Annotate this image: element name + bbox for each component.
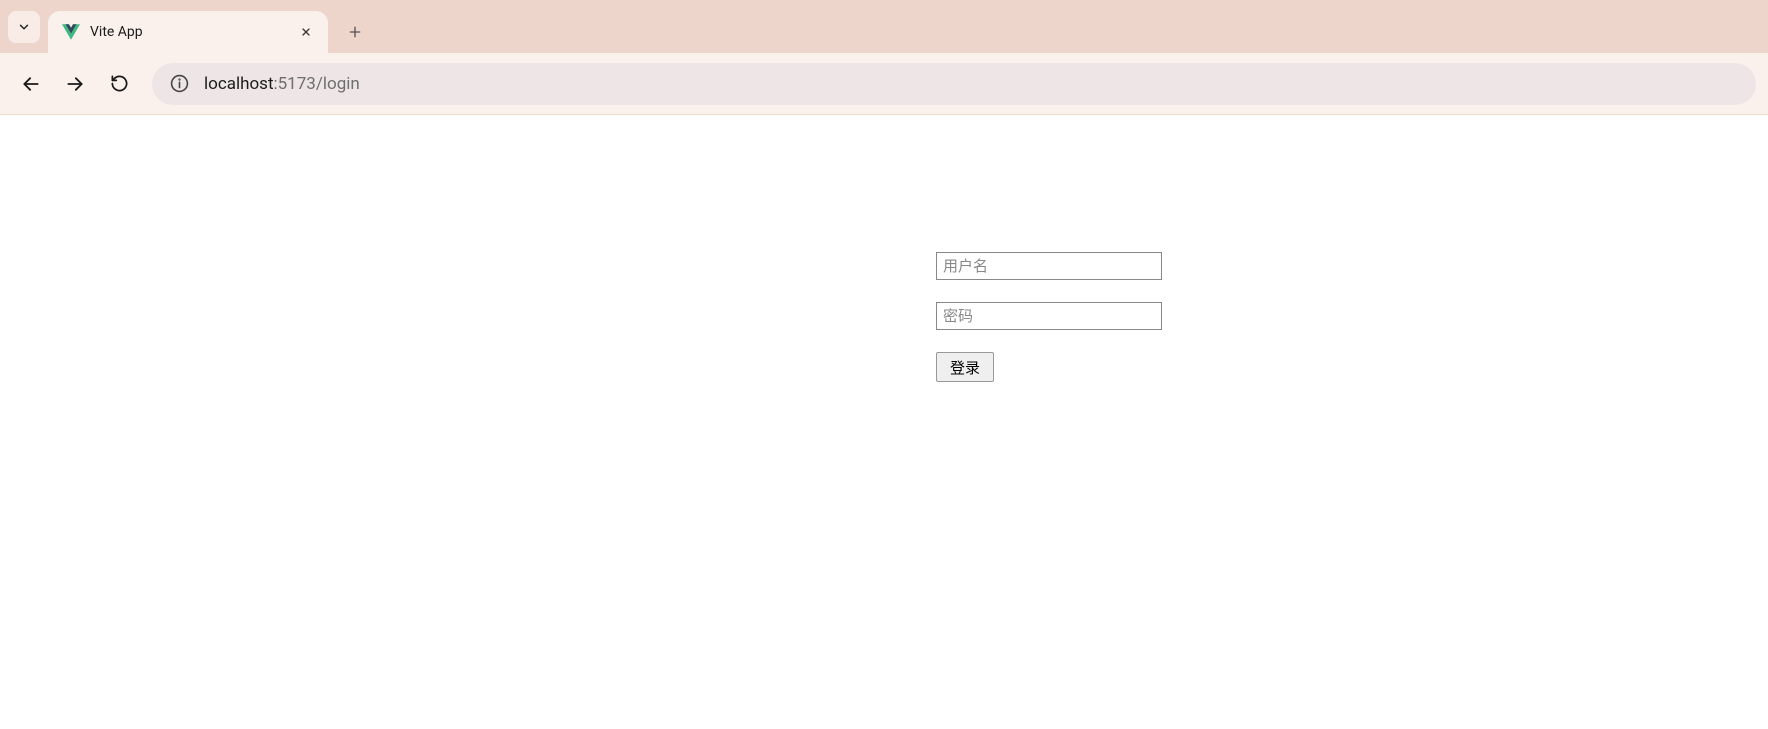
username-input[interactable] xyxy=(936,252,1162,280)
login-button[interactable]: 登录 xyxy=(936,352,994,382)
info-icon xyxy=(170,74,189,93)
vue-icon xyxy=(62,23,80,41)
address-bar[interactable]: localhost:5173/login xyxy=(152,63,1756,105)
close-icon xyxy=(300,26,312,38)
page-content: 登录 xyxy=(0,115,1768,729)
login-form: 登录 xyxy=(936,252,1162,382)
plus-icon xyxy=(347,24,363,40)
close-tab-button[interactable] xyxy=(296,22,316,42)
url-host: localhost xyxy=(204,74,274,94)
url-path: :5173/login xyxy=(274,74,360,94)
tab-title: Vite App xyxy=(90,24,296,40)
forward-button[interactable] xyxy=(56,65,94,103)
arrow-right-icon xyxy=(65,74,85,94)
site-info-button[interactable] xyxy=(168,73,190,95)
browser-tab[interactable]: Vite App xyxy=(48,11,328,53)
url-display: localhost:5173/login xyxy=(204,74,360,94)
reload-button[interactable] xyxy=(100,65,138,103)
arrow-left-icon xyxy=(21,74,41,94)
tab-strip: Vite App xyxy=(0,0,1768,53)
toolbar: localhost:5173/login xyxy=(0,53,1768,115)
tabs-dropdown-button[interactable] xyxy=(8,11,40,43)
back-button[interactable] xyxy=(12,65,50,103)
reload-icon xyxy=(110,74,129,93)
chevron-down-icon xyxy=(17,20,31,34)
password-input[interactable] xyxy=(936,302,1162,330)
new-tab-button[interactable] xyxy=(340,17,370,47)
